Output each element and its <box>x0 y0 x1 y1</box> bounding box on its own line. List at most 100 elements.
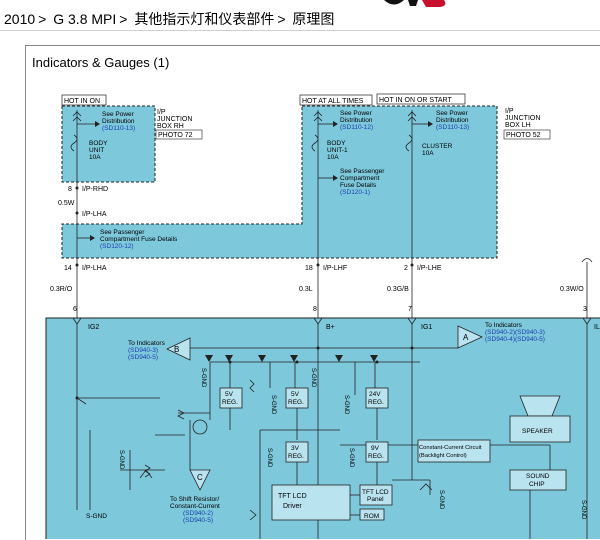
see-pass-1: See Passenger <box>340 168 385 175</box>
sgnd-6: S-GND <box>348 448 354 468</box>
link-sd940-2-3[interactable]: (SD940-2)(SD940-3) <box>485 329 545 336</box>
sgnd-3: S-GND <box>343 395 349 415</box>
bplus-label: B+ <box>326 324 335 331</box>
sgnd-2: S-GND <box>270 395 276 415</box>
tri-a-label: A <box>463 333 469 342</box>
jb-rh-line2: JUNCTION <box>157 116 192 123</box>
pin-8-rhd: 8 <box>68 186 72 193</box>
cluster-label: CLUSTER <box>422 143 453 150</box>
cpin-7: 7 <box>408 306 412 313</box>
wiring-diagram: HOT IN ON HOT AT ALL TIMES HOT IN ON OR … <box>45 93 600 539</box>
cc-label-2: (Backlight Control) <box>419 453 467 459</box>
wire-03wo: 0.3W/O <box>560 286 584 293</box>
see-power-mid-1: See Power <box>340 110 373 117</box>
to-indicators-right: To Indicators <box>485 322 523 329</box>
tft-driver-1: TFT LCD <box>278 493 307 500</box>
body-unit1-fuse: 10A <box>327 154 339 161</box>
sgnd-8: S-GND <box>580 500 586 520</box>
link-sd120-12[interactable]: (SD120-12) <box>100 243 134 250</box>
shift-resistor-1: To Shift Resistor/ <box>170 496 219 503</box>
pin-14: 14 <box>64 265 72 272</box>
sgnd-10: S-GND <box>310 368 316 388</box>
hot-in-on-label: HOT IN ON <box>64 98 100 105</box>
see-power-r-1: See Power <box>436 110 469 117</box>
pin-2: 2 <box>404 265 408 272</box>
sgnd-4: S-GND <box>118 450 124 470</box>
tft-panel-1: TFT LCD <box>362 489 389 496</box>
jb-lh-line3: BOX LH <box>505 122 531 129</box>
see-pass-2: Compartment <box>340 175 380 182</box>
reg-5v-b-1: 5V <box>291 391 300 398</box>
shift-resistor-2: Constant-Current <box>170 503 220 510</box>
see-pass-3: Fuse Details <box>340 182 377 189</box>
conn-ip-lha-2: I/P-LHA <box>82 265 107 272</box>
hot-at-all-times-label: HOT AT ALL TIMES <box>302 98 364 105</box>
tri-b-label: B <box>174 345 179 354</box>
sound-chip-1: SOUND <box>526 473 550 480</box>
jb-rh-line1: I/P <box>157 109 166 116</box>
reg-5v-a-1: 5V <box>225 391 234 398</box>
body-unit-label-2: UNIT <box>89 147 104 154</box>
sgnd-7: S-GND <box>438 490 444 510</box>
see-pass-b1: See Passenger <box>100 229 145 236</box>
wire-05w: 0.5W <box>58 200 75 207</box>
cluster-fuse: 10A <box>422 150 434 157</box>
cpin-3: 3 <box>583 306 587 313</box>
rom-label: ROM <box>364 513 379 520</box>
jb-rh-line3: BOX RH <box>157 123 184 130</box>
link-sd110-12[interactable]: (SD110-12) <box>340 124 373 131</box>
see-power-rh-1: See Power <box>102 111 135 118</box>
link-sd120-1[interactable]: (SD120-1) <box>340 189 370 196</box>
body-unit-fuse: 10A <box>89 154 101 161</box>
see-power-rh-2: Distribution <box>102 118 135 125</box>
wire-03l: 0.3L <box>299 286 313 293</box>
see-power-mid-2: Distribution <box>340 117 373 124</box>
reg-24v-2: REG. <box>368 399 384 406</box>
reg-24v-1: 24V <box>369 391 381 398</box>
sound-chip-2: CHIP <box>529 481 545 488</box>
photo-72-link[interactable]: PHOTO 72 <box>158 132 193 139</box>
tft-driver-2: Driver <box>283 503 302 510</box>
link-sd940-5-b[interactable]: (SD940-5) <box>183 517 213 524</box>
sgnd-9: S-GND <box>86 513 107 520</box>
cc-label-1: Constant-Current Circuit <box>419 445 482 451</box>
reg-5v-b-2: REG. <box>288 399 304 406</box>
reg-5v-a-2: REG. <box>222 399 238 406</box>
see-pass-b2: Compartment Fuse Details <box>100 236 178 243</box>
to-indicators-left: To Indicators <box>128 340 166 347</box>
reg-9v-2: REG. <box>368 453 384 460</box>
body-unit-label-1: BODY <box>89 140 108 147</box>
link-sd940-3[interactable]: (SD940-3) <box>128 347 158 354</box>
link-sd110-13-b[interactable]: (SD110-13) <box>436 124 469 131</box>
sgnd-1: S-GND <box>200 368 206 388</box>
body-unit1-label-2: UNIT-1 <box>327 147 348 154</box>
reg-9v-1: 9V <box>371 445 380 452</box>
conn-ip-lhe: I/P-LHE <box>417 265 442 272</box>
hot-in-on-or-start-label: HOT IN ON OR START <box>379 97 452 104</box>
pin-18: 18 <box>305 265 313 272</box>
jb-lh-line2: JUNCTION <box>505 115 540 122</box>
sgnd-5: S-GND <box>266 448 272 468</box>
il-label: IL <box>594 324 600 331</box>
speaker-label: SPEAKER <box>522 428 553 435</box>
conn-ip-lhf: I/P-LHF <box>323 265 347 272</box>
tft-panel-2: Panel <box>367 496 384 503</box>
reg-3v-2: REG. <box>288 453 304 460</box>
wire-03ro: 0.3R/O <box>50 286 73 293</box>
jb-lh-line1: I/P <box>505 108 514 115</box>
cpin-8: 8 <box>313 306 317 313</box>
link-sd940-5[interactable]: (SD940-5) <box>128 354 158 361</box>
wire-03gb: 0.3G/B <box>387 286 409 293</box>
link-sd940-2[interactable]: (SD940-2) <box>183 510 213 517</box>
link-sd940-4-5[interactable]: (SD940-4)(SD940-5) <box>485 336 545 343</box>
conn-ip-lha: I/P-LHA <box>82 211 107 218</box>
conn-ip-rhd: I/P-RHD <box>82 186 108 193</box>
tri-c-label: C <box>197 473 203 482</box>
ig2-label: IG2 <box>88 324 99 331</box>
ig1-label: IG1 <box>421 324 432 331</box>
link-sd110-13-a[interactable]: (SD110-13) <box>102 125 135 132</box>
body-unit1-label-1: BODY <box>327 140 346 147</box>
cpin-6: 6 <box>73 306 77 313</box>
see-power-r-2: Distribution <box>436 117 469 124</box>
photo-52-link[interactable]: PHOTO 52 <box>506 132 541 139</box>
